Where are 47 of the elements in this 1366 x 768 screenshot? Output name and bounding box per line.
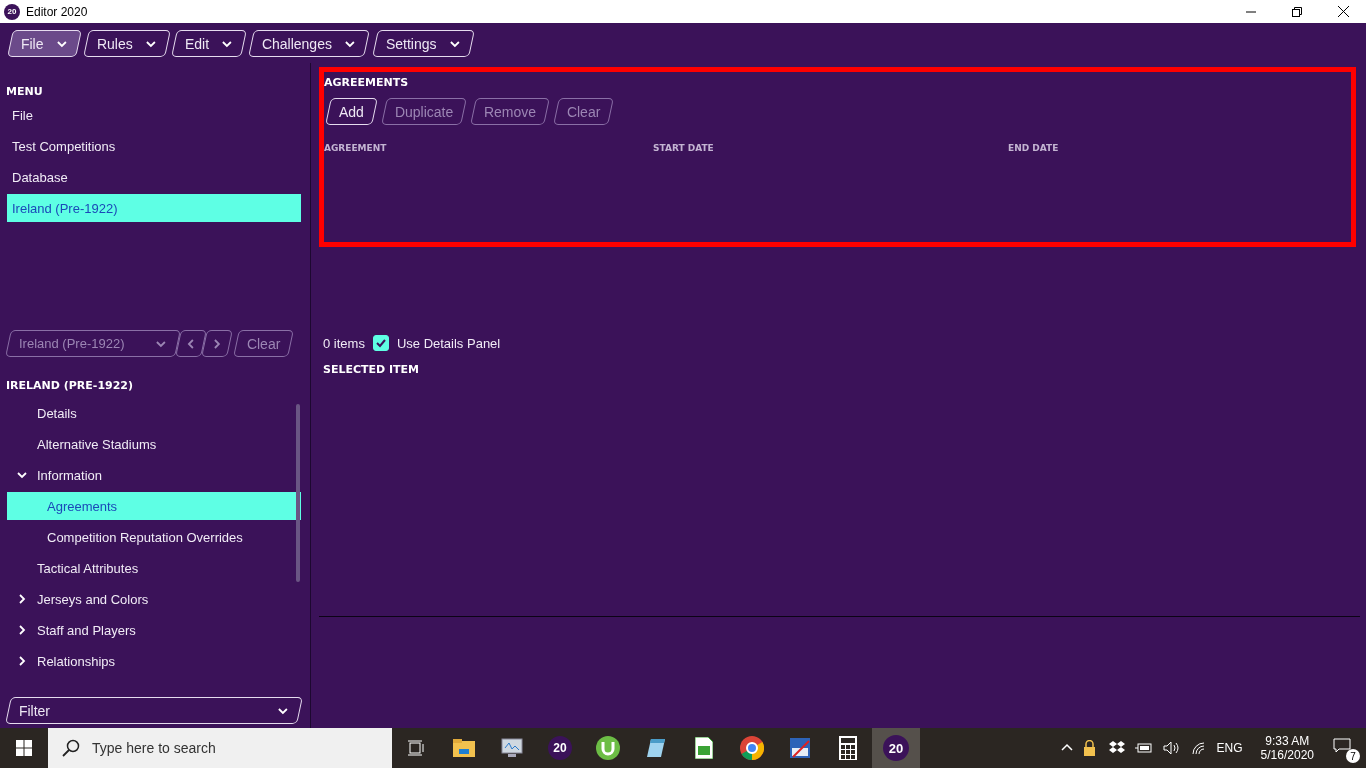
checkbox-label: Use Details Panel — [396, 335, 501, 351]
windows-icon — [16, 740, 32, 756]
speaker-icon[interactable] — [1162, 741, 1181, 755]
message-icon — [1333, 738, 1351, 754]
section-heading: SELECTED ITEM — [322, 362, 421, 376]
chevron-down-icon — [16, 469, 28, 481]
restore-icon — [1292, 6, 1302, 17]
column-header[interactable]: AGREEMENT — [324, 143, 653, 153]
chevron-right-icon — [16, 624, 28, 636]
tree-item[interactable]: Competition Reputation Overrides — [7, 523, 301, 551]
column-header[interactable]: START DATE — [653, 143, 1008, 153]
chevron-right-icon — [16, 655, 28, 667]
clock[interactable]: 9:33 AM 5/16/2020 — [1260, 734, 1314, 762]
column-header[interactable]: END DATE — [1008, 143, 1308, 153]
chevron-right-icon — [16, 593, 28, 605]
menu-button[interactable]: File — [7, 29, 82, 57]
battery-icon[interactable] — [1134, 742, 1153, 754]
scrollbar[interactable] — [296, 404, 300, 582]
menu-item[interactable]: Ireland (Pre-1922) — [7, 194, 301, 222]
tree-item[interactable]: Agreements — [7, 492, 301, 520]
dropbox-icon[interactable] — [1108, 741, 1125, 755]
menu-item[interactable]: File — [7, 101, 301, 129]
tree-item[interactable]: Jerseys and Colors — [7, 585, 301, 613]
section-heading: AGREEMENTS — [324, 76, 410, 89]
tree-item[interactable]: Details — [7, 399, 301, 427]
menu-item[interactable]: Database — [7, 163, 301, 191]
search-field[interactable]: Type here to search — [48, 728, 392, 768]
search-icon — [62, 739, 80, 757]
item-count: 0 items — [323, 335, 365, 351]
app-taskbar-icon[interactable]: 20 — [872, 728, 920, 768]
section-heading: IRELAND (PRE-1922) — [5, 379, 135, 392]
tree-item[interactable]: Relationships — [7, 647, 301, 675]
tree-item[interactable]: Information — [7, 461, 301, 489]
tree-item[interactable]: Tactical Attributes — [7, 554, 301, 582]
close-icon — [1337, 6, 1349, 17]
details-checkbox[interactable] — [372, 335, 389, 351]
tree-item[interactable]: Staff and Players — [7, 616, 301, 644]
app-logo: 20 — [4, 3, 20, 20]
window-title: Editor 2020 — [26, 4, 88, 19]
section-heading: MENU — [5, 85, 44, 98]
tree-item[interactable]: Alternative Stadiums — [7, 430, 301, 458]
notification-count: 7 — [1346, 749, 1360, 763]
menu-item[interactable]: Test Competitions — [7, 132, 301, 160]
language-indicator[interactable]: ENG — [1216, 741, 1243, 755]
notification-button[interactable]: 7 — [1332, 735, 1358, 761]
chevron-right-icon — [211, 337, 223, 350]
wifi-icon[interactable] — [1190, 741, 1207, 755]
